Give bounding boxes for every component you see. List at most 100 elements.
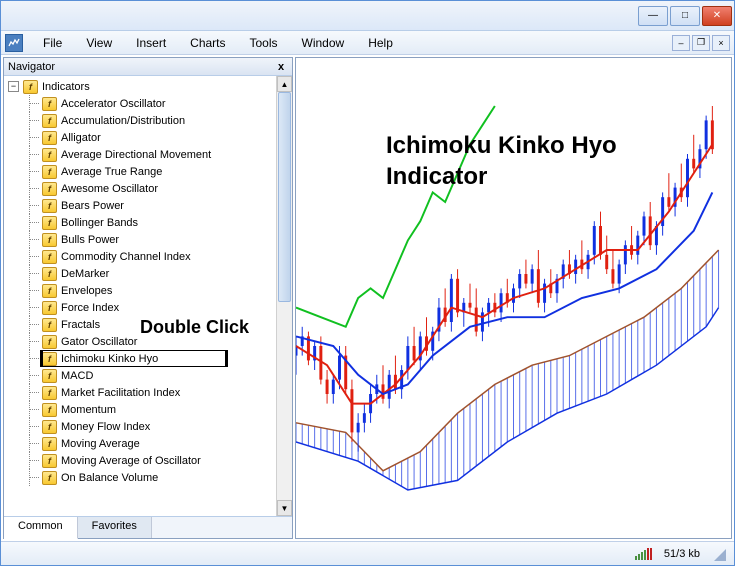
indicator-item[interactable]: f Alligator (4, 129, 276, 146)
child-close-button[interactable]: × (712, 35, 730, 51)
indicator-label: On Balance Volume (61, 472, 158, 484)
indicator-label: Ichimoku Kinko Hyo (61, 353, 158, 365)
indicator-label: Gator Oscillator (61, 336, 137, 348)
indicator-icon: f (42, 454, 57, 468)
navigator-close-button[interactable]: x (274, 60, 288, 74)
resize-grip-icon[interactable] (712, 547, 726, 561)
indicator-item[interactable]: f Average Directional Movement (4, 146, 276, 163)
indicator-label: Envelopes (61, 285, 112, 297)
indicator-icon: f (42, 369, 57, 383)
indicator-label: Alligator (61, 132, 101, 144)
indicator-item[interactable]: f Bears Power (4, 197, 276, 214)
indicator-icon: f (42, 97, 57, 111)
indicator-label: Awesome Oscillator (61, 183, 158, 195)
app-window: — □ ✕ File View Insert Charts Tools Wind… (0, 0, 735, 566)
indicator-icon: f (42, 182, 57, 196)
indicator-item[interactable]: f Money Flow Index (4, 418, 276, 435)
indicator-label: Force Index (61, 302, 119, 314)
indicator-item[interactable]: f Fractals (4, 316, 276, 333)
indicator-label: Bulls Power (61, 234, 119, 246)
indicator-icon: f (42, 233, 57, 247)
indicator-icon: f (42, 471, 57, 485)
indicator-item[interactable]: f Accelerator Oscillator (4, 95, 276, 112)
indicator-label: Bollinger Bands (61, 217, 138, 229)
window-minimize-button[interactable]: — (638, 6, 668, 26)
indicator-item[interactable]: f On Balance Volume (4, 469, 276, 486)
indicator-item[interactable]: f Average True Range (4, 163, 276, 180)
app-icon (5, 34, 23, 52)
indicator-label: Commodity Channel Index (61, 251, 191, 263)
indicator-icon: f (42, 386, 57, 400)
indicator-label: Market Facilitation Index (61, 387, 180, 399)
indicator-item[interactable]: f Envelopes (4, 282, 276, 299)
menu-tools[interactable]: Tools (240, 34, 288, 52)
indicator-icon: f (42, 352, 57, 366)
indicator-label: Money Flow Index (61, 421, 150, 433)
indicator-item[interactable]: f DeMarker (4, 265, 276, 282)
indicator-icon: f (42, 318, 57, 332)
indicator-label: Accumulation/Distribution (61, 115, 185, 127)
menu-view[interactable]: View (76, 34, 122, 52)
menu-help[interactable]: Help (358, 34, 403, 52)
indicator-icon: f (42, 284, 57, 298)
indicator-icon: f (42, 165, 57, 179)
menu-charts[interactable]: Charts (180, 34, 235, 52)
chart-area[interactable]: Ichimoku Kinko Hyo Indicator (295, 57, 732, 539)
scroll-up-button[interactable]: ▲ (277, 76, 292, 92)
tree-expand-indicators[interactable]: − (8, 81, 19, 92)
indicator-label: Fractals (61, 319, 100, 331)
menu-window[interactable]: Window (292, 34, 355, 52)
indicator-item[interactable]: fMomentum (4, 401, 276, 418)
indicator-item[interactable]: f Accumulation/Distribution (4, 112, 276, 129)
child-minimize-button[interactable]: – (672, 35, 690, 51)
indicator-label: Moving Average (61, 438, 140, 450)
indicator-icon: f (42, 301, 57, 315)
indicator-item[interactable]: fMACD (4, 367, 276, 384)
scroll-down-button[interactable]: ▼ (277, 500, 292, 516)
status-transfer: 51/3 kb (664, 548, 700, 560)
indicator-label: Average Directional Movement (61, 149, 211, 161)
indicator-icon: f (42, 335, 57, 349)
navigator-panel: Navigator x −fIndicatorsfAccelerator Osc… (3, 57, 293, 539)
indicator-item[interactable]: f Market Facilitation Index (4, 384, 276, 401)
tab-favorites[interactable]: Favorites (78, 517, 152, 538)
indicator-item[interactable]: f Moving Average (4, 435, 276, 452)
folder-icon: f (23, 80, 38, 94)
window-maximize-button[interactable]: □ (670, 6, 700, 26)
indicator-item[interactable]: f Ichimoku Kinko Hyo (4, 350, 276, 367)
main-area: Navigator x −fIndicatorsfAccelerator Osc… (1, 55, 734, 541)
menu-file[interactable]: File (33, 34, 72, 52)
indicator-icon: f (42, 437, 57, 451)
indicator-icon: f (42, 250, 57, 264)
connection-icon (635, 548, 652, 560)
navigator-tree: −fIndicatorsfAccelerator OscillatorfAccu… (4, 76, 292, 516)
indicator-label: DeMarker (61, 268, 109, 280)
indicator-label: Moving Average of Oscillator (61, 455, 201, 467)
indicator-item[interactable]: f Awesome Oscillator (4, 180, 276, 197)
window-close-button[interactable]: ✕ (702, 6, 732, 26)
indicator-label: Momentum (61, 404, 116, 416)
menu-insert[interactable]: Insert (126, 34, 176, 52)
indicator-item[interactable]: f Force Index (4, 299, 276, 316)
child-restore-button[interactable]: ❐ (692, 35, 710, 51)
scroll-thumb[interactable] (278, 92, 291, 302)
indicator-item[interactable]: fBollinger Bands (4, 214, 276, 231)
indicator-item[interactable]: f Moving Average of Oscillator (4, 452, 276, 469)
navigator-title: Navigator (8, 61, 55, 73)
indicator-icon: f (42, 199, 57, 213)
indicator-label: Average True Range (61, 166, 162, 178)
indicator-icon: f (42, 420, 57, 434)
tree-root-label[interactable]: Indicators (42, 81, 90, 93)
indicator-item[interactable]: f Bulls Power (4, 231, 276, 248)
indicator-item[interactable]: f Gator Oscillator (4, 333, 276, 350)
indicator-icon: f (42, 267, 57, 281)
tab-common[interactable]: Common (4, 517, 78, 539)
indicator-label: Bears Power (61, 200, 124, 212)
indicator-icon: f (42, 148, 57, 162)
indicator-item[interactable]: f Commodity Channel Index (4, 248, 276, 265)
navigator-scrollbar[interactable]: ▲ ▼ (276, 76, 292, 516)
indicator-icon: f (42, 131, 57, 145)
indicator-label: Accelerator Oscillator (61, 98, 166, 110)
indicator-icon: f (42, 114, 57, 128)
titlebar[interactable]: — □ ✕ (1, 1, 734, 31)
